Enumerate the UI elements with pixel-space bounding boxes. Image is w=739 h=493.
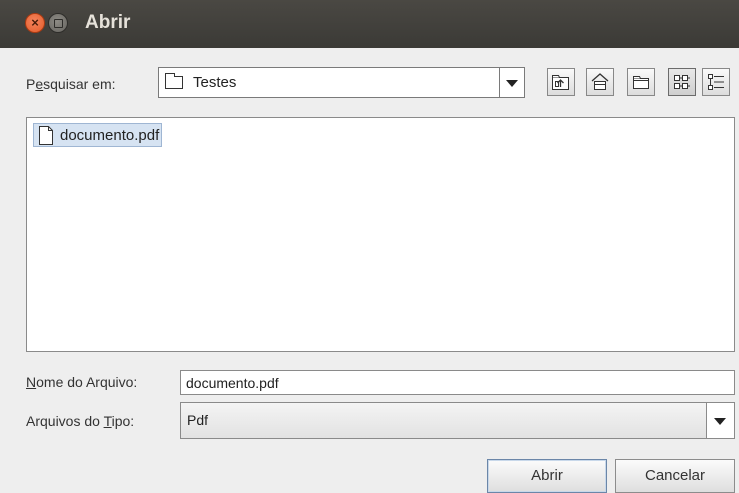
new-folder-icon xyxy=(633,76,649,89)
open-button[interactable]: Abrir xyxy=(487,459,607,493)
file-type-selected: Pdf xyxy=(187,412,209,428)
list-view-button[interactable] xyxy=(668,68,696,96)
close-icon: × xyxy=(31,15,39,30)
up-one-level-button[interactable] xyxy=(547,68,575,96)
file-type-label: Arquivos do Tipo: xyxy=(26,413,135,429)
close-window-button[interactable]: × xyxy=(25,13,45,33)
title-bar: × Abrir xyxy=(0,0,739,48)
minimize-window-button[interactable] xyxy=(48,13,68,33)
home-button[interactable] xyxy=(586,68,614,96)
file-list[interactable]: documento.pdf xyxy=(26,117,735,352)
home-icon xyxy=(591,73,609,90)
current-folder: Testes xyxy=(193,74,237,91)
look-in-combo[interactable]: Testes xyxy=(158,67,525,98)
list-view-icon xyxy=(674,75,690,89)
file-icon xyxy=(39,125,53,145)
file-name: documento.pdf xyxy=(60,126,160,144)
chevron-down-icon[interactable] xyxy=(499,68,524,97)
chevron-down-icon[interactable] xyxy=(706,403,734,438)
folder-icon xyxy=(165,73,183,89)
file-type-combo[interactable]: Pdf xyxy=(180,402,735,439)
window-title: Abrir xyxy=(85,12,131,33)
up-one-level-icon xyxy=(552,75,569,90)
cancel-button[interactable]: Cancelar xyxy=(615,459,735,493)
new-folder-button[interactable] xyxy=(627,68,655,96)
details-view-icon xyxy=(708,74,724,90)
file-name-field[interactable] xyxy=(180,370,735,395)
file-name-label: Nome do Arquivo: xyxy=(26,374,138,390)
details-view-button[interactable] xyxy=(702,68,730,96)
list-item[interactable]: documento.pdf xyxy=(33,123,163,147)
look-in-label: Pesquisar em: xyxy=(26,76,116,92)
